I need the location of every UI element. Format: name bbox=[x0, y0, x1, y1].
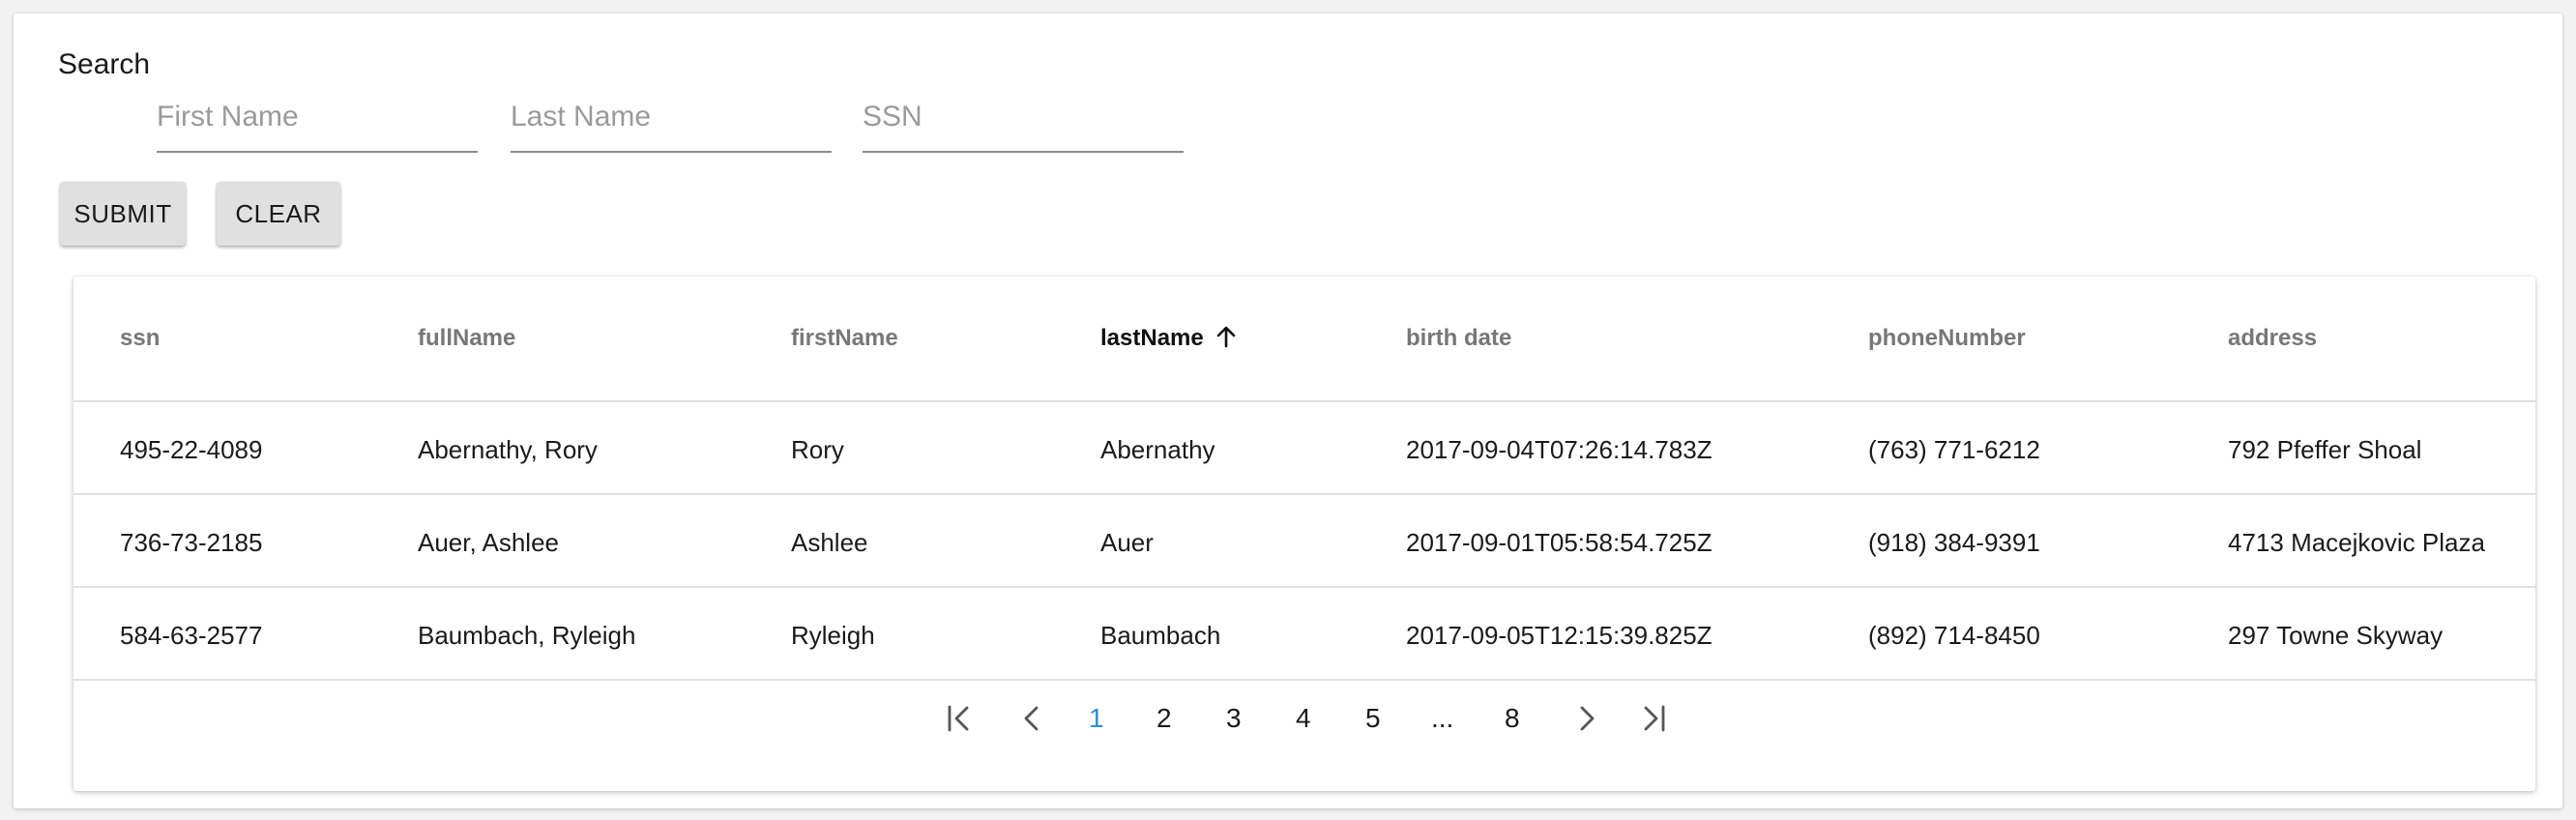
first-name-input[interactable] bbox=[157, 97, 478, 149]
cell-firstname: Ryleigh bbox=[791, 621, 875, 650]
page-button-5[interactable]: 5 bbox=[1365, 702, 1381, 735]
pagination: 1 2 3 4 5 ... 8 bbox=[73, 681, 2535, 758]
table-row[interactable]: 584-63-2577 Baumbach, Ryleigh Ryleigh Ba… bbox=[73, 588, 2535, 681]
cell-fullname: Auer, Ashlee bbox=[418, 528, 559, 557]
results-table: ssn fullName firstName lastName birth da… bbox=[73, 277, 2535, 791]
cell-firstname: Rory bbox=[791, 435, 844, 464]
cell-fullname: Baumbach, Ryleigh bbox=[418, 621, 636, 650]
cell-ssn: 584-63-2577 bbox=[120, 621, 263, 650]
cell-birth-date: 2017-09-04T07:26:14.783Z bbox=[1406, 435, 1712, 464]
cell-birth-date: 2017-09-05T12:15:39.825Z bbox=[1406, 621, 1712, 650]
search-panel: Search SUBMIT CLEAR ssn fullName firstNa… bbox=[14, 14, 2562, 808]
cell-fullname: Abernathy, Rory bbox=[418, 435, 598, 464]
page-ellipsis: ... bbox=[1431, 703, 1454, 733]
ssn-field bbox=[863, 97, 1184, 153]
cell-address: 792 Pfeffer Shoal bbox=[2228, 435, 2422, 464]
column-header-lastname-label: lastName bbox=[1100, 325, 1204, 351]
cell-ssn: 736-73-2185 bbox=[120, 528, 263, 557]
page-button-4[interactable]: 4 bbox=[1296, 702, 1311, 735]
cell-lastname: Abernathy bbox=[1100, 435, 1215, 464]
last-name-field bbox=[511, 97, 832, 153]
column-header-ssn[interactable]: ssn bbox=[120, 325, 160, 352]
sort-ascending-icon bbox=[1216, 326, 1236, 348]
page-button-2[interactable]: 2 bbox=[1156, 702, 1172, 735]
last-page-icon[interactable] bbox=[1636, 702, 1669, 735]
cell-lastname: Auer bbox=[1100, 528, 1154, 557]
search-title: Search bbox=[58, 48, 151, 80]
cell-lastname: Baumbach bbox=[1100, 621, 1221, 650]
column-header-birth-date[interactable]: birth date bbox=[1406, 325, 1511, 352]
column-header-phonenumber[interactable]: phoneNumber bbox=[1868, 325, 2026, 352]
page-button-1[interactable]: 1 bbox=[1089, 702, 1104, 735]
table-row[interactable]: 736-73-2185 Auer, Ashlee Ashlee Auer 201… bbox=[73, 495, 2535, 588]
column-header-firstname[interactable]: firstName bbox=[791, 325, 898, 352]
first-page-icon[interactable] bbox=[944, 702, 977, 735]
cell-address: 297 Towne Skyway bbox=[2228, 621, 2444, 650]
ssn-input[interactable] bbox=[863, 97, 1184, 149]
table-row[interactable]: 495-22-4089 Abernathy, Rory Rory Abernat… bbox=[73, 402, 2535, 495]
cell-birth-date: 2017-09-01T05:58:54.725Z bbox=[1406, 528, 1712, 557]
column-header-fullname[interactable]: fullName bbox=[418, 325, 515, 352]
clear-button[interactable]: CLEAR bbox=[217, 182, 340, 246]
table-header-row: ssn fullName firstName lastName birth da… bbox=[73, 277, 2535, 402]
previous-page-icon[interactable] bbox=[1015, 702, 1048, 735]
cell-phonenumber: (918) 384-9391 bbox=[1868, 528, 2040, 557]
column-header-address[interactable]: address bbox=[2228, 325, 2317, 352]
page-button-8[interactable]: 8 bbox=[1505, 702, 1520, 735]
cell-ssn: 495-22-4089 bbox=[120, 435, 263, 464]
next-page-icon[interactable] bbox=[1570, 702, 1603, 735]
last-name-input[interactable] bbox=[511, 97, 832, 149]
first-name-field bbox=[157, 97, 478, 153]
cell-firstname: Ashlee bbox=[791, 528, 868, 557]
column-header-lastname[interactable]: lastName bbox=[1100, 325, 1237, 352]
submit-button[interactable]: SUBMIT bbox=[60, 182, 186, 246]
cell-address: 4713 Macejkovic Plaza bbox=[2228, 528, 2485, 557]
cell-phonenumber: (892) 714-8450 bbox=[1868, 621, 2040, 650]
page-button-3[interactable]: 3 bbox=[1226, 702, 1242, 735]
cell-phonenumber: (763) 771-6212 bbox=[1868, 435, 2040, 464]
